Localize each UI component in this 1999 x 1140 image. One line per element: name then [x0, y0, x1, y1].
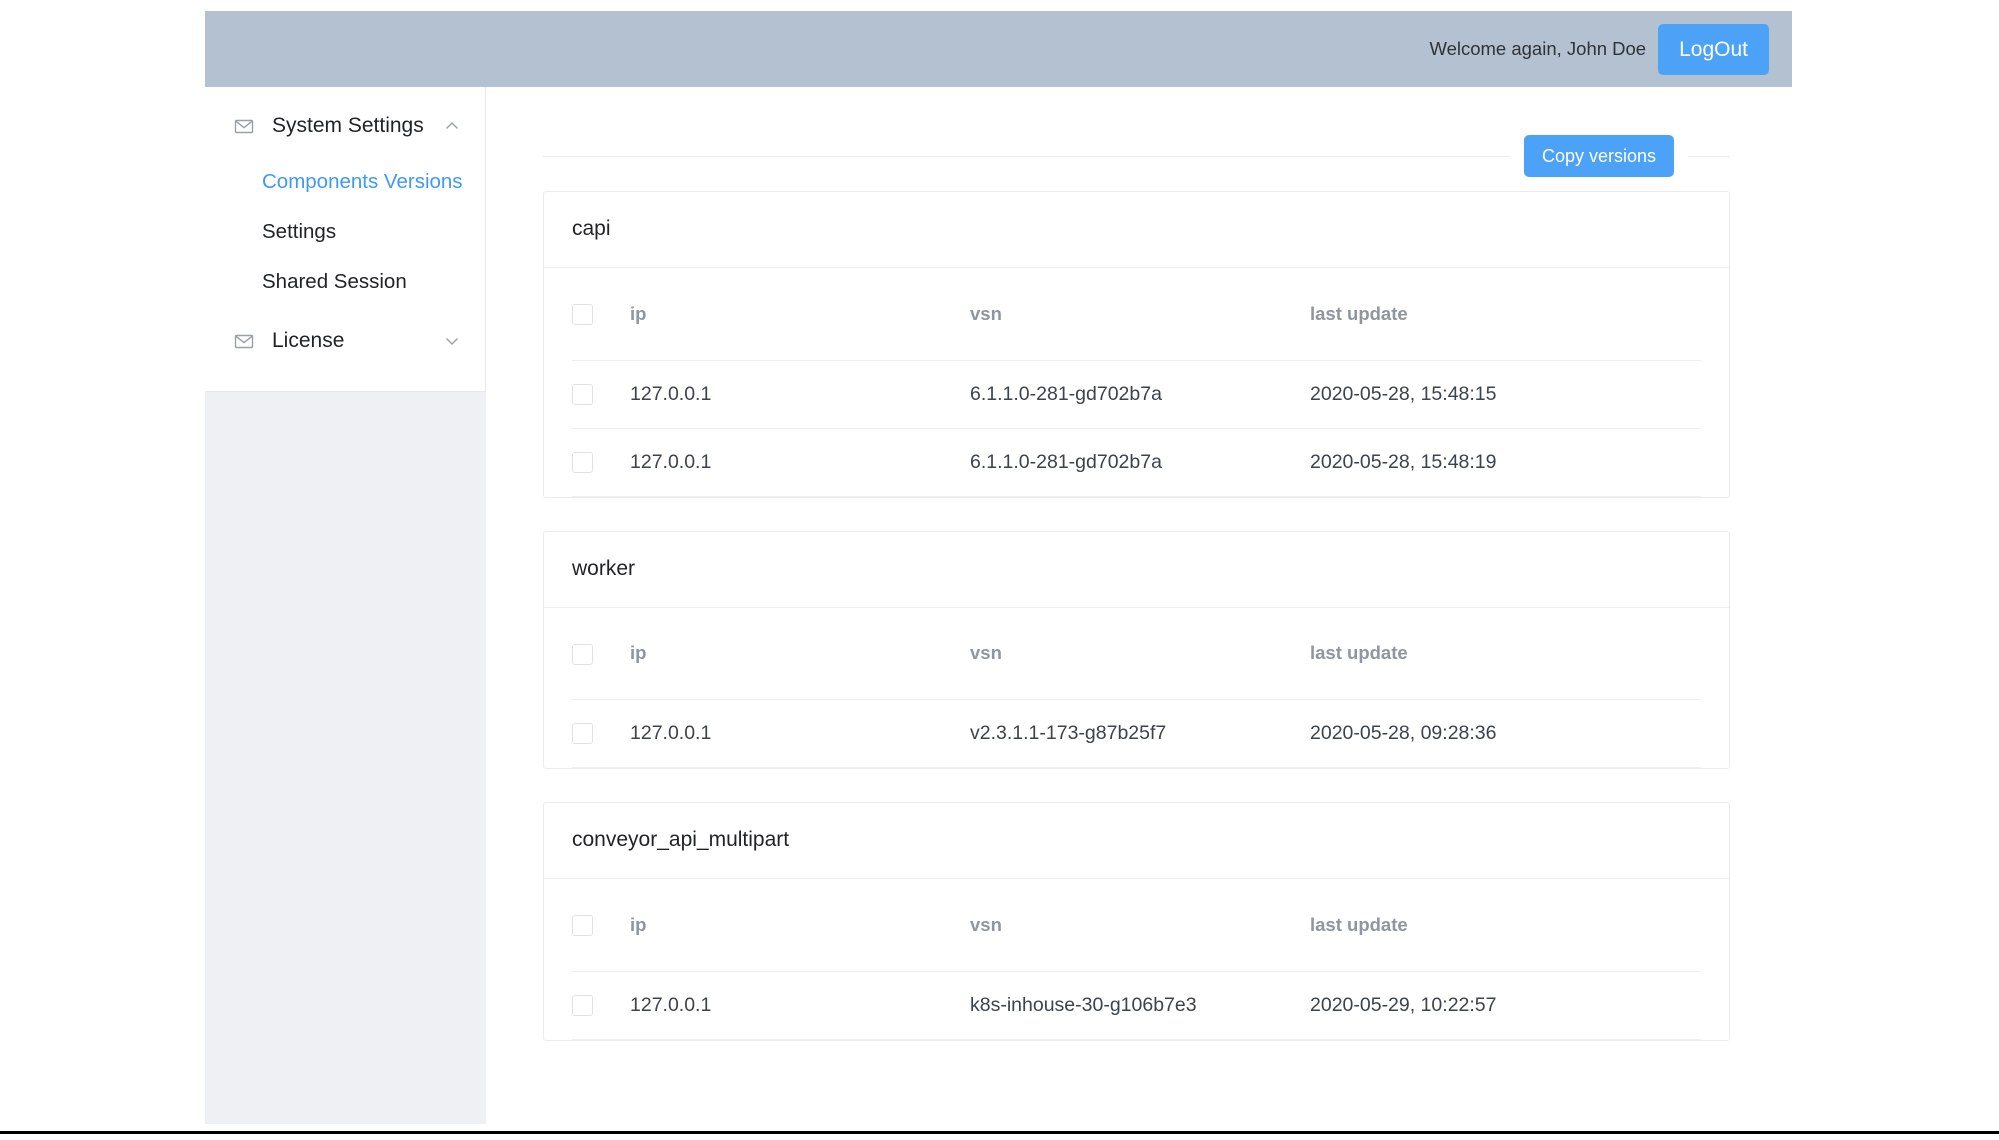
component-card: conveyor_api_multipart ip vsn last updat…: [543, 802, 1730, 1041]
sidebar-group-label: System Settings: [272, 114, 424, 137]
sidebar: System Settings Components Versions Sett…: [205, 87, 486, 1124]
cell-ip: 127.0.0.1: [630, 699, 970, 768]
table-row[interactable]: 127.0.0.1 6.1.1.0-281-gd702b7a 2020-05-2…: [572, 360, 1701, 429]
table-header: ip vsn last update: [572, 268, 1701, 361]
table-header-row: ip vsn last update: [572, 607, 1701, 700]
sidebar-item-shared-session[interactable]: Shared Session: [205, 257, 485, 307]
table-body: 127.0.0.1 k8s-inhouse-30-g106b7e3 2020-0…: [572, 971, 1701, 1040]
column-header-vsn[interactable]: vsn: [970, 879, 1310, 972]
table-body: 127.0.0.1 6.1.1.0-281-gd702b7a 2020-05-2…: [572, 360, 1701, 497]
bottom-edge-rule: [0, 1131, 1999, 1134]
card-body: ip vsn last update 127.: [544, 268, 1729, 497]
sidebar-group-license[interactable]: License: [205, 307, 485, 369]
column-header-ip[interactable]: ip: [630, 607, 970, 700]
component-card: capi ip vsn last update 127.0.0.1 6.1.1.…: [543, 191, 1730, 498]
column-header-ip[interactable]: ip: [630, 268, 970, 361]
column-header-last-update[interactable]: last update: [1310, 879, 1701, 972]
select-all-cell: [572, 879, 630, 972]
cell-ip: 127.0.0.1: [630, 971, 970, 1040]
cell-ip: 127.0.0.1: [630, 428, 970, 497]
sidebar-item-components-versions[interactable]: Components Versions: [205, 157, 485, 207]
select-all-checkbox[interactable]: [572, 304, 593, 326]
table-row[interactable]: 127.0.0.1 k8s-inhouse-30-g106b7e3 2020-0…: [572, 971, 1701, 1040]
divider-line-left: [543, 155, 1510, 157]
table-header: ip vsn last update: [572, 607, 1701, 700]
chevron-down-icon[interactable]: [443, 332, 461, 350]
row-select-cell: [572, 699, 630, 768]
column-header-ip[interactable]: ip: [630, 879, 970, 972]
row-checkbox[interactable]: [572, 383, 593, 405]
card-body: ip vsn last update 127.: [544, 607, 1729, 768]
table-header-row: ip vsn last update: [572, 268, 1701, 361]
welcome-message: Welcome again, John Doe: [1429, 38, 1647, 59]
cell-last-update: 2020-05-28, 09:28:36: [1310, 699, 1701, 768]
cell-last-update: 2020-05-28, 15:48:15: [1310, 360, 1701, 429]
table-row[interactable]: 127.0.0.1 6.1.1.0-281-gd702b7a 2020-05-2…: [572, 428, 1701, 497]
card-body: ip vsn last update 127.: [544, 879, 1729, 1040]
cell-vsn: v2.3.1.1-173-g87b25f7: [970, 699, 1310, 768]
copy-versions-button[interactable]: Copy versions: [1523, 135, 1674, 177]
select-all-checkbox[interactable]: [572, 915, 593, 937]
select-all-cell: [572, 268, 630, 361]
row-checkbox[interactable]: [572, 723, 593, 745]
component-card: worker ip vsn last update 127.0.0.1 v2.3…: [543, 530, 1730, 769]
table-row[interactable]: 127.0.0.1 v2.3.1.1-173-g87b25f7 2020-05-…: [572, 699, 1701, 768]
mail-icon: [233, 330, 255, 352]
row-select-cell: [572, 971, 630, 1040]
column-header-last-update[interactable]: last update: [1310, 607, 1701, 700]
versions-table: ip vsn last update 127.: [572, 268, 1701, 497]
select-all-checkbox[interactable]: [572, 643, 593, 665]
card-title: worker: [544, 532, 1729, 608]
main-content: Copy versions capi ip vsn last update 12…: [486, 87, 1792, 1124]
table-header-row: ip vsn last update: [572, 879, 1701, 972]
row-select-cell: [572, 428, 630, 497]
table-header: ip vsn last update: [572, 879, 1701, 972]
cell-last-update: 2020-05-29, 10:22:57: [1310, 971, 1701, 1040]
column-header-last-update[interactable]: last update: [1310, 268, 1701, 361]
cell-vsn: 6.1.1.0-281-gd702b7a: [970, 428, 1310, 497]
row-checkbox[interactable]: [572, 994, 593, 1016]
cell-ip: 127.0.0.1: [630, 360, 970, 429]
table-body: 127.0.0.1 v2.3.1.1-173-g87b25f7 2020-05-…: [572, 699, 1701, 768]
sidebar-group-system-settings[interactable]: System Settings: [205, 101, 485, 151]
column-header-vsn[interactable]: vsn: [970, 268, 1310, 361]
card-title: capi: [544, 192, 1729, 268]
versions-table: ip vsn last update 127.: [572, 879, 1701, 1040]
app-body: System Settings Components Versions Sett…: [205, 87, 1792, 1124]
cell-vsn: 6.1.1.0-281-gd702b7a: [970, 360, 1310, 429]
row-checkbox[interactable]: [572, 451, 593, 473]
sidebar-group-label: License: [272, 329, 345, 352]
mail-icon: [233, 115, 255, 137]
select-all-cell: [572, 607, 630, 700]
sidebar-item-settings[interactable]: Settings: [205, 207, 485, 257]
card-title: conveyor_api_multipart: [544, 803, 1729, 879]
toolbar-divider: Copy versions: [543, 121, 1730, 191]
app-header: Welcome again, John Doe LogOut: [205, 11, 1792, 87]
app-page: Welcome again, John Doe LogOut System Se…: [205, 0, 1792, 1124]
screenshot-viewport: Welcome again, John Doe LogOut System Se…: [0, 0, 1999, 1140]
chevron-up-icon[interactable]: [443, 117, 461, 135]
logout-button[interactable]: LogOut: [1658, 23, 1769, 75]
cell-vsn: k8s-inhouse-30-g106b7e3: [970, 971, 1310, 1040]
versions-table: ip vsn last update 127.: [572, 607, 1701, 768]
sidebar-menu: System Settings Components Versions Sett…: [205, 87, 486, 392]
divider-line-right: [1688, 155, 1730, 157]
sidebar-submenu-system-settings: Components Versions Settings Shared Sess…: [205, 151, 485, 307]
cell-last-update: 2020-05-28, 15:48:19: [1310, 428, 1701, 497]
row-select-cell: [572, 360, 630, 429]
column-header-vsn[interactable]: vsn: [970, 607, 1310, 700]
